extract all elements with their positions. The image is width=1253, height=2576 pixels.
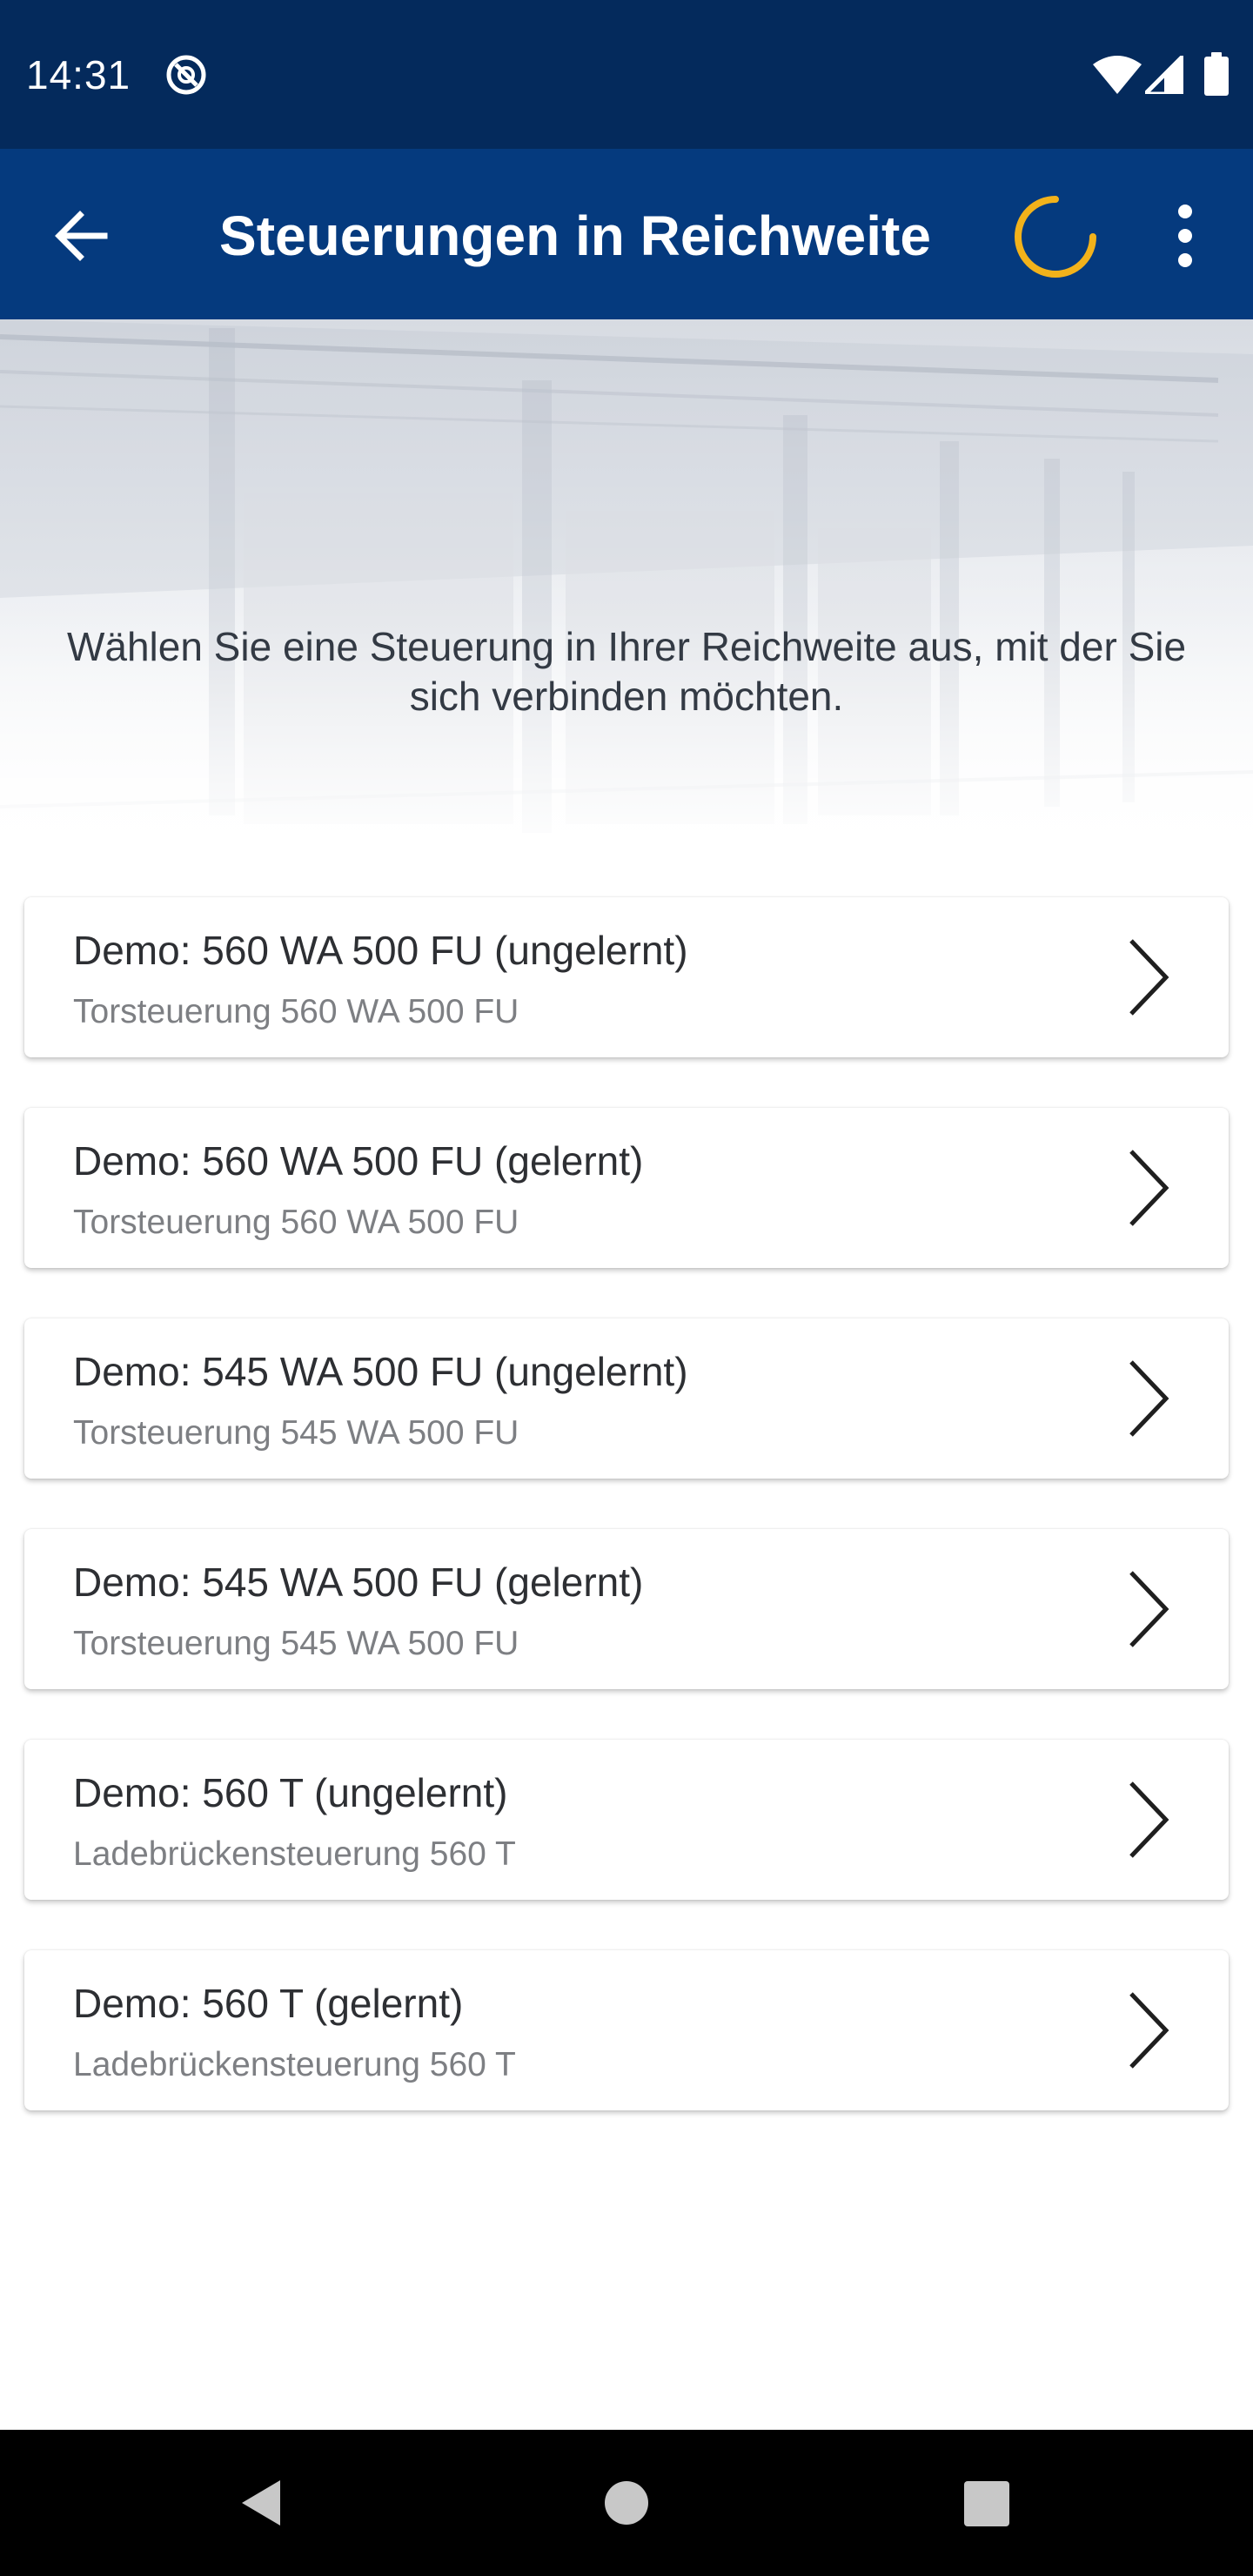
more-vert-icon[interactable] — [1154, 192, 1216, 279]
chevron-right-icon — [1129, 1781, 1169, 1858]
status-bar: 14:31 — [0, 0, 1253, 149]
device-card-5[interactable]: Demo: 560 T (ungelernt) Ladebrückensteue… — [24, 1740, 1229, 1900]
signal-icon — [1145, 56, 1183, 94]
device-card-6[interactable]: Demo: 560 T (gelernt) Ladebrückensteueru… — [24, 1950, 1229, 2110]
chevron-right-icon — [1129, 1992, 1169, 2069]
wifi-icon — [1093, 56, 1142, 94]
app-bar: Steuerungen in Reichweite — [0, 149, 1253, 319]
header-banner: Wählen Sie eine Steuerung in Ihrer Reich… — [0, 319, 1253, 859]
device-card-1[interactable]: Demo: 560 WA 500 FU (ungelernt) Torsteue… — [24, 897, 1229, 1057]
screen: 14:31 Steuerungen in Reichweite Wählen S… — [0, 0, 1253, 2576]
nav-recents-icon[interactable] — [964, 2481, 1009, 2526]
device-card-4[interactable]: Demo: 545 WA 500 FU (gelernt) Torsteueru… — [24, 1529, 1229, 1689]
back-arrow-icon[interactable] — [38, 192, 125, 279]
device-card-2[interactable]: Demo: 560 WA 500 FU (gelernt) Torsteueru… — [24, 1108, 1229, 1268]
battery-icon — [1204, 52, 1229, 96]
nav-back-icon[interactable] — [235, 2477, 287, 2529]
navigation-bar — [0, 2430, 1253, 2576]
chevron-right-icon — [1129, 939, 1169, 1016]
chevron-right-icon — [1129, 1571, 1169, 1647]
building-background-image — [0, 319, 1253, 859]
device-list: Demo: 560 WA 500 FU (ungelernt) Torsteue… — [24, 897, 1229, 2161]
chevron-right-icon — [1129, 1360, 1169, 1437]
device-card-3[interactable]: Demo: 545 WA 500 FU (ungelernt) Torsteue… — [24, 1318, 1229, 1479]
page-title: Steuerungen in Reichweite — [219, 205, 931, 267]
instruction-text: Wählen Sie eine Steuerung in Ihrer Reich… — [66, 624, 1187, 719]
device-type: Ladebrückensteuerung 560 T — [73, 2046, 516, 2083]
device-name: Demo: 545 WA 500 FU (gelernt) — [73, 1560, 644, 1605]
loading-spinner-icon — [1015, 196, 1096, 278]
device-name: Demo: 560 WA 500 FU (ungelernt) — [73, 928, 688, 973]
device-type: Torsteuerung 545 WA 500 FU — [73, 1414, 519, 1452]
device-name: Demo: 560 T (ungelernt) — [73, 1770, 508, 1815]
device-name: Demo: 560 T (gelernt) — [73, 1981, 464, 2026]
device-type: Torsteuerung 560 WA 500 FU — [73, 1204, 519, 1241]
status-time: 14:31 — [26, 52, 131, 97]
nav-home-icon[interactable] — [604, 2480, 649, 2526]
sync-icon — [166, 55, 206, 95]
device-type: Ladebrückensteuerung 560 T — [73, 1835, 516, 1873]
device-name: Demo: 545 WA 500 FU (ungelernt) — [73, 1349, 688, 1394]
chevron-right-icon — [1129, 1150, 1169, 1226]
device-type: Torsteuerung 545 WA 500 FU — [73, 1625, 519, 1662]
device-type: Torsteuerung 560 WA 500 FU — [73, 993, 519, 1030]
device-name: Demo: 560 WA 500 FU (gelernt) — [73, 1138, 644, 1184]
